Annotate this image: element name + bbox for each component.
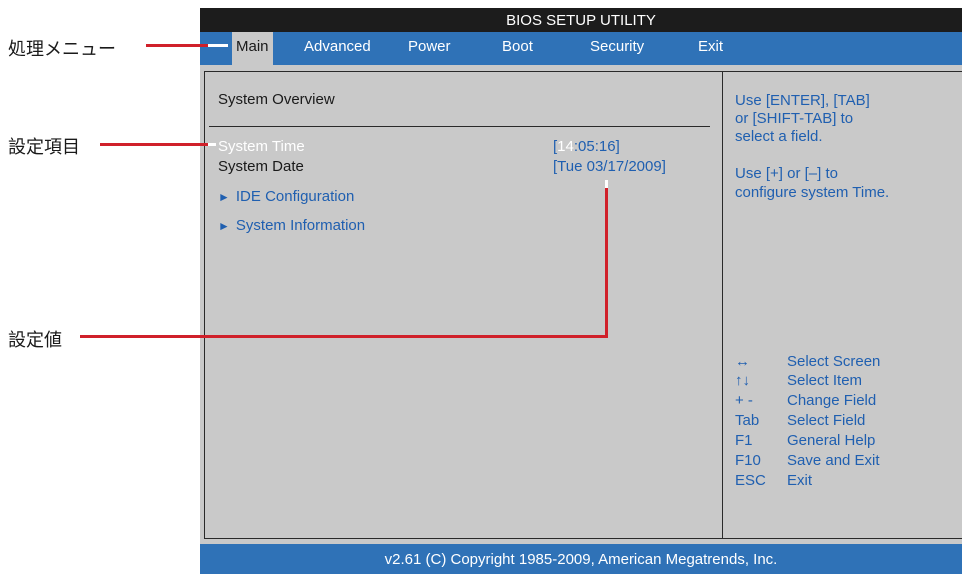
value-hour-highlight[interactable]: 14	[557, 138, 574, 155]
help-line: configure system Time.	[735, 184, 890, 201]
help-line: select a field.	[735, 128, 823, 145]
key-description: Select Field	[787, 412, 866, 429]
submenu-arrow-icon: ►	[218, 190, 230, 204]
callout-line-menu	[146, 44, 208, 47]
menu-security[interactable]: Security	[590, 32, 644, 65]
callout-line-value	[80, 335, 608, 338]
menu-main[interactable]: Main	[232, 32, 273, 65]
key-description: Select Item	[787, 372, 863, 389]
copyright-text: v2.61 (C) Copyright 1985-2009, American …	[384, 550, 778, 568]
menu-exit[interactable]: Exit	[698, 32, 723, 65]
submenu-label: System Information	[235, 217, 366, 234]
esc-key: ESC	[735, 472, 766, 489]
callout-line-item-tip	[208, 143, 216, 146]
help-line: Use [+] or [–] to	[735, 165, 838, 182]
callout-line-value-tip	[605, 180, 608, 188]
submenu-arrow-icon: ►	[218, 219, 230, 233]
key-description: Save and Exit	[787, 452, 880, 469]
menu-boot[interactable]: Boot	[502, 32, 533, 65]
setting-item-system-time[interactable]: System Time	[218, 138, 305, 155]
callout-menu-label: 処理メニュー	[8, 39, 116, 60]
key-description: General Help	[787, 432, 876, 449]
menu-advanced[interactable]: Advanced	[304, 32, 371, 65]
key-description: Change Field	[787, 392, 877, 409]
setting-value-system-date[interactable]: [Tue 03/17/2009]	[553, 158, 666, 175]
value-rest: :05:16]	[573, 138, 620, 155]
f10-key: F10	[735, 452, 761, 469]
callout-line-item	[100, 143, 208, 146]
submenu-label: IDE Configuration	[235, 188, 355, 205]
setting-value-system-time[interactable]: [14:05:16]	[553, 138, 620, 155]
submenu-system-information[interactable]: ► System Information	[218, 217, 365, 234]
section-title: System Overview	[218, 91, 335, 108]
callout-item-label: 設定項目	[8, 137, 80, 158]
key-description: Exit	[787, 472, 813, 489]
callout-line-value-vertical	[605, 188, 608, 338]
help-line: Use [ENTER], [TAB]	[735, 92, 870, 109]
bios-menu-bar: Main Advanced Power Boot Security Exit	[200, 32, 962, 65]
bios-footer: v2.61 (C) Copyright 1985-2009, American …	[200, 544, 962, 574]
callout-line-menu-tip	[208, 44, 228, 47]
section-divider	[209, 126, 710, 127]
key-description: Select Screen	[787, 353, 881, 370]
help-line: or [SHIFT-TAB] to	[735, 110, 854, 127]
up-down-arrow-icon: ↑↓	[735, 372, 750, 389]
help-panel: Use [ENTER], [TAB] or [SHIFT-TAB] to sel…	[722, 71, 962, 539]
menu-power[interactable]: Power	[408, 32, 451, 65]
bios-screen: BIOS SETUP UTILITY Main Advanced Power B…	[200, 8, 962, 574]
bios-title-bar: BIOS SETUP UTILITY	[200, 8, 962, 32]
bios-title: BIOS SETUP UTILITY	[506, 11, 656, 29]
left-right-arrow-icon: ↔	[735, 353, 750, 370]
settings-panel: System Overview System Time [14:05:16] S…	[204, 71, 723, 539]
tab-key: Tab	[735, 412, 760, 429]
f1-key: F1	[735, 432, 753, 449]
plus-minus-key: + -	[735, 392, 753, 409]
setting-item-system-date[interactable]: System Date	[218, 158, 304, 175]
callout-value-label: 設定値	[8, 330, 62, 351]
submenu-ide-configuration[interactable]: ► IDE Configuration	[218, 188, 354, 205]
